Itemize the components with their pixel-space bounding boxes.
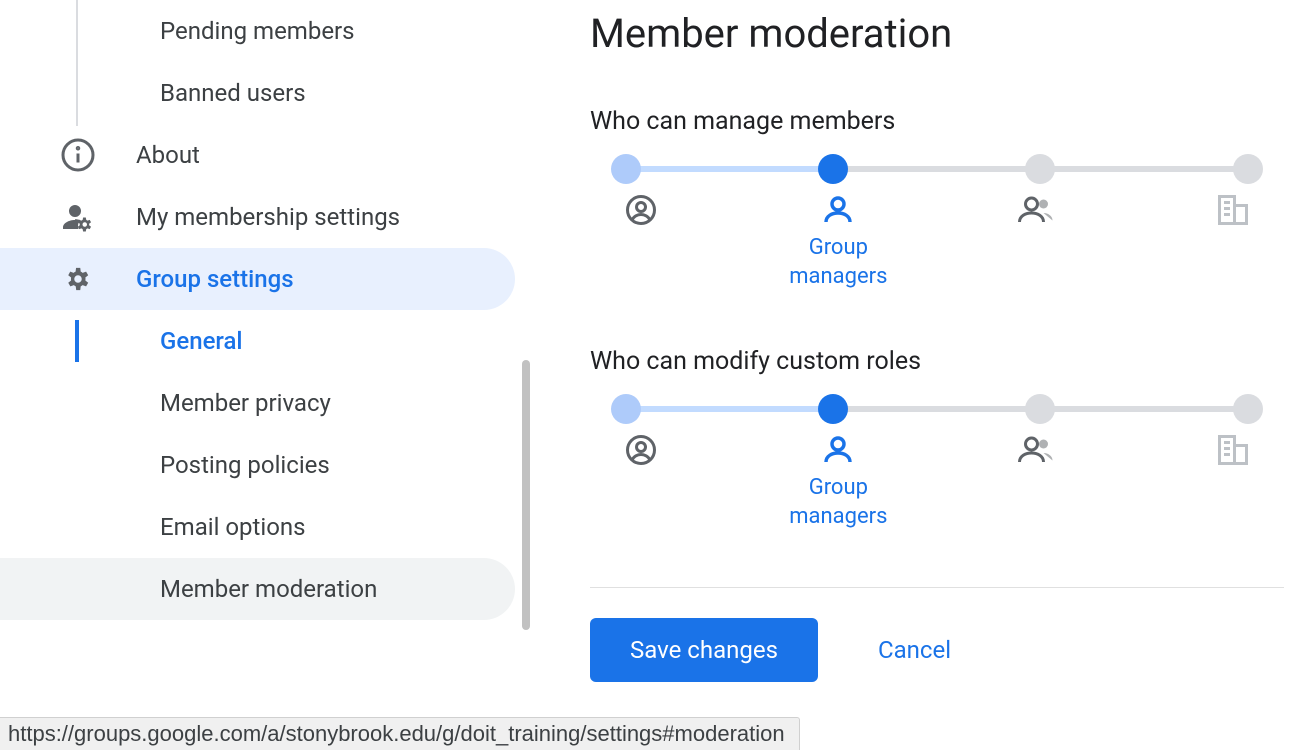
- sidebar-item-general[interactable]: General: [0, 310, 515, 372]
- slider-stop-members[interactable]: [1025, 154, 1055, 184]
- sidebar-item-label: My membership settings: [136, 203, 400, 231]
- sidebar-item-label: Email options: [160, 513, 306, 541]
- slider-stop-managers[interactable]: [818, 394, 848, 424]
- slider-stop-owners[interactable]: [611, 154, 641, 184]
- sidebar-item-email-options[interactable]: Email options: [0, 496, 515, 558]
- members-icon: [1001, 192, 1071, 291]
- sidebar-item-member-privacy[interactable]: Member privacy: [0, 372, 515, 434]
- sidebar-item-label: Group settings: [136, 265, 294, 293]
- setting-manage-members: Who can manage members Group managers: [590, 107, 1284, 291]
- manager-icon: Group managers: [803, 432, 873, 531]
- members-icon: [1001, 432, 1071, 531]
- slider-stop-org[interactable]: [1233, 154, 1263, 184]
- divider: [590, 587, 1284, 588]
- owner-icon: [606, 432, 676, 531]
- save-button[interactable]: Save changes: [590, 618, 818, 682]
- slider-stop-managers[interactable]: [818, 154, 848, 184]
- sidebar-item-my-membership-settings[interactable]: My membership settings: [0, 186, 515, 248]
- sidebar-item-label: Posting policies: [160, 451, 330, 479]
- sidebar-item-about[interactable]: About: [0, 124, 515, 186]
- slider-stop-members[interactable]: [1025, 394, 1055, 424]
- manager-icon: Group managers: [803, 192, 873, 291]
- main-content: Member moderation Who can manage members…: [530, 0, 1304, 750]
- slider-stop-org[interactable]: [1233, 394, 1263, 424]
- slider-fill: [626, 166, 833, 172]
- cancel-button[interactable]: Cancel: [878, 636, 951, 664]
- slider-track: [626, 166, 1248, 172]
- sidebar-item-label: Banned users: [160, 79, 306, 107]
- sidebar-item-label: About: [136, 141, 200, 169]
- sidebar-item-label: Pending members: [160, 17, 355, 45]
- owner-icon: [606, 192, 676, 291]
- button-row: Save changes Cancel: [590, 618, 1284, 682]
- org-icon: [1198, 432, 1268, 531]
- sidebar-item-posting-policies[interactable]: Posting policies: [0, 434, 515, 496]
- slider-track: [626, 406, 1248, 412]
- slider-caption: Group managers: [789, 474, 887, 531]
- slider-stop-owners[interactable]: [611, 394, 641, 424]
- permission-slider[interactable]: [626, 406, 1248, 412]
- sidebar-scrollbar[interactable]: [522, 0, 530, 640]
- slider-fill: [626, 406, 833, 412]
- slider-icon-row: Group managers: [606, 432, 1268, 531]
- sidebar: Pending members Banned users About My me…: [0, 0, 530, 750]
- tree-line: [76, 0, 78, 126]
- setting-label: Who can modify custom roles: [590, 347, 1284, 376]
- person-gear-icon: [60, 199, 96, 235]
- org-icon: [1198, 192, 1268, 291]
- info-icon: [60, 137, 96, 173]
- setting-modify-roles: Who can modify custom roles Group manage…: [590, 347, 1284, 531]
- slider-icon-row: Group managers: [606, 192, 1268, 291]
- gear-icon: [60, 261, 96, 297]
- sidebar-item-member-moderation[interactable]: Member moderation: [0, 558, 515, 620]
- page-title: Member moderation: [590, 10, 1284, 57]
- sidebar-item-label: Member moderation: [160, 575, 377, 603]
- slider-caption: Group managers: [789, 234, 887, 291]
- sidebar-item-label: Member privacy: [160, 389, 331, 417]
- permission-slider[interactable]: [626, 166, 1248, 172]
- sidebar-item-label: General: [160, 327, 243, 355]
- sidebar-item-group-settings[interactable]: Group settings: [0, 248, 515, 310]
- setting-label: Who can manage members: [590, 107, 1284, 136]
- scrollbar-thumb[interactable]: [522, 360, 530, 630]
- status-bar-url: https://groups.google.com/a/stonybrook.e…: [0, 717, 800, 750]
